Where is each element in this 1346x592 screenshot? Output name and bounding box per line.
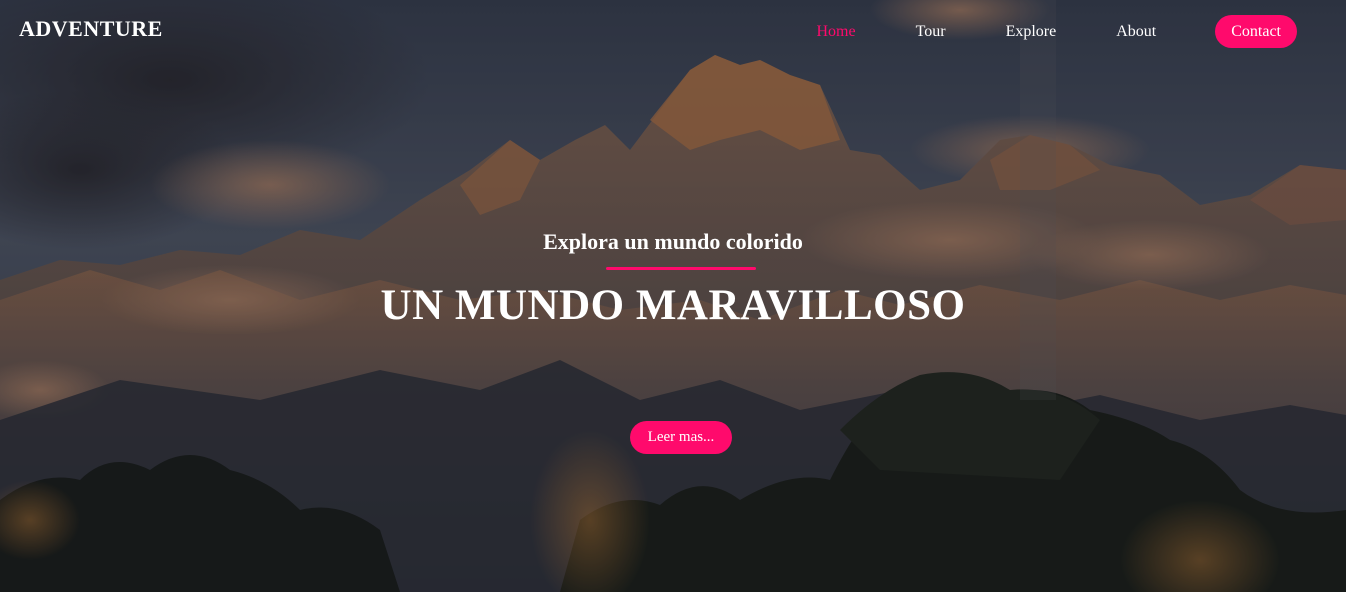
nav-item-about[interactable]: About [1116,15,1156,48]
main-nav: Home Tour Explore About Contact [756,15,1297,48]
accent-divider [606,267,756,270]
nav-item-tour[interactable]: Tour [916,15,946,48]
site-logo[interactable]: ADVENTURE [19,16,163,42]
nav-item-home[interactable]: Home [816,15,855,48]
read-more-button[interactable]: Leer mas... [630,421,732,454]
hero-section: ADVENTURE Home Tour Explore About Contac… [0,0,1346,592]
contact-button[interactable]: Contact [1215,15,1297,48]
hero-subtitle: Explora un mundo colorido [543,229,803,254]
hero-title: UN MUNDO MARAVILLOSO [380,282,966,329]
nav-item-explore[interactable]: Explore [1006,15,1057,48]
